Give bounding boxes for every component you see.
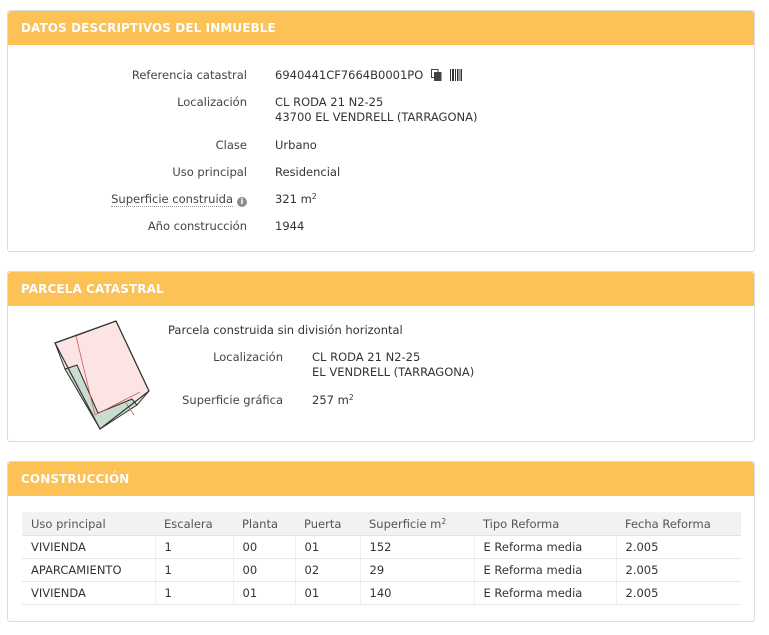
col-header-planta: Planta — [233, 512, 295, 536]
referencia-value[interactable]: 6940441CF7664B0001PO — [275, 68, 423, 82]
construccion-table: Uso principal Escalera Planta Puerta Sup… — [22, 512, 741, 605]
cell-superficie: 152 — [360, 535, 475, 559]
localizacion-label: Localización — [177, 95, 247, 109]
superficie-value-wrap: 321 m2 — [275, 192, 317, 206]
cell-superficie: 29 — [360, 558, 475, 582]
superficie-row: Superficie construida i 321 m2 — [8, 192, 754, 208]
parcel-map[interactable] — [52, 319, 162, 434]
cell-planta: 01 — [233, 581, 296, 605]
parcela-superficie-value-wrap: 257 m2 — [312, 393, 354, 407]
parcela-superficie-label: Superficie gráfica — [182, 393, 283, 407]
col-header-tipo-reforma: Tipo Reforma — [474, 512, 616, 536]
cell-planta: 00 — [233, 535, 296, 559]
localizacion-line1: CL RODA 21 N2-25 — [275, 95, 384, 109]
superficie-label-wrap: Superficie construida i — [111, 192, 247, 207]
cell-superficie: 140 — [360, 581, 475, 605]
cell-planta: 00 — [233, 558, 296, 582]
referencia-value-wrap: 6940441CF7664B0001PO — [275, 68, 462, 82]
col-header-puerta: Puerta — [295, 512, 360, 536]
parcela-localizacion-value: CL RODA 21 N2-25 EL VENDRELL (TARRAGONA) — [312, 350, 474, 379]
cell-uso: VIVIENDA — [22, 535, 156, 559]
parcela-localizacion-line2: EL VENDRELL (TARRAGONA) — [312, 365, 475, 379]
cell-fecha-reforma: 2.005 — [616, 558, 741, 582]
anio-label: Año construcción — [147, 219, 247, 233]
cell-puerta: 01 — [295, 581, 361, 605]
table-row: VIVIENDA 1 00 01 152 E Reforma media 2.0… — [22, 535, 741, 559]
barcode-icon[interactable] — [449, 69, 462, 81]
cell-escalera: 1 — [155, 558, 234, 582]
cell-fecha-reforma: 2.005 — [616, 535, 741, 559]
cell-tipo-reforma: E Reforma media — [474, 558, 617, 582]
construccion-panel: CONSTRUCCIÓN Uso principal Escalera Plan… — [7, 461, 755, 622]
parcela-localizacion-label: Localización — [213, 350, 283, 364]
cell-puerta: 01 — [295, 535, 361, 559]
superficie-label: Superficie construida — [111, 192, 233, 207]
parcela-superficie-value: 257 m — [312, 393, 349, 407]
referencia-row: Referencia catastral 6940441CF7664B0001P… — [8, 68, 754, 84]
col-header-uso: Uso principal — [22, 512, 155, 536]
localizacion-line2: 43700 EL VENDRELL (TARRAGONA) — [275, 110, 478, 124]
cell-tipo-reforma: E Reforma media — [474, 581, 617, 605]
uso-label: Uso principal — [172, 165, 247, 179]
cell-uso: APARCAMIENTO — [22, 558, 156, 582]
referencia-label: Referencia catastral — [131, 68, 247, 82]
cell-uso: VIVIENDA — [22, 581, 156, 605]
cell-escalera: 1 — [155, 581, 234, 605]
clase-row: Clase Urbano — [8, 138, 754, 154]
parcela-catastral-panel: PARCELA CATASTRAL Parcela construida sin… — [7, 271, 755, 442]
anio-value: 1944 — [275, 219, 305, 233]
superficie-unit-exponent: 2 — [311, 192, 317, 201]
parcela-catastral-header: PARCELA CATASTRAL — [8, 272, 754, 306]
datos-descriptivos-panel: DATOS DESCRIPTIVOS DEL INMUEBLE Referenc… — [7, 10, 755, 252]
parcela-superficie-unit-exponent: 2 — [348, 393, 354, 402]
uso-row: Uso principal Residencial — [8, 165, 754, 181]
cell-puerta: 02 — [295, 558, 361, 582]
datos-descriptivos-header: DATOS DESCRIPTIVOS DEL INMUEBLE — [8, 11, 754, 45]
superficie-value: 321 m — [275, 192, 312, 206]
cell-escalera: 1 — [155, 535, 234, 559]
anio-row: Año construcción 1944 — [8, 219, 754, 235]
localizacion-value: CL RODA 21 N2-25 43700 EL VENDRELL (TARR… — [275, 95, 477, 124]
clase-value: Urbano — [275, 138, 317, 152]
localizacion-row: Localización CL RODA 21 N2-25 43700 EL V… — [8, 95, 754, 127]
uso-value: Residencial — [275, 165, 341, 179]
cell-fecha-reforma: 2.005 — [616, 581, 741, 605]
construccion-header: CONSTRUCCIÓN — [8, 462, 754, 496]
col-header-superficie-wrap: Superficie m2 — [360, 512, 474, 536]
parcela-localizacion-line1: CL RODA 21 N2-25 — [312, 350, 421, 364]
col-header-superficie-exponent: 2 — [441, 516, 447, 526]
table-row: APARCAMIENTO 1 00 02 29 E Reforma media … — [22, 558, 741, 582]
col-header-escalera: Escalera — [155, 512, 233, 536]
table-header-row: Uso principal Escalera Planta Puerta Sup… — [22, 512, 741, 536]
col-header-superficie: Superficie m — [369, 516, 442, 531]
table-row: VIVIENDA 1 01 01 140 E Reforma media 2.0… — [22, 581, 741, 605]
copy-icon[interactable] — [430, 69, 442, 81]
clase-label: Clase — [215, 138, 247, 152]
parcel-built-area — [54, 320, 150, 414]
col-header-fecha-reforma: Fecha Reforma — [616, 512, 741, 536]
cell-tipo-reforma: E Reforma media — [474, 535, 617, 559]
parcela-description: Parcela construida sin división horizont… — [168, 323, 403, 337]
info-icon[interactable]: i — [237, 197, 247, 207]
